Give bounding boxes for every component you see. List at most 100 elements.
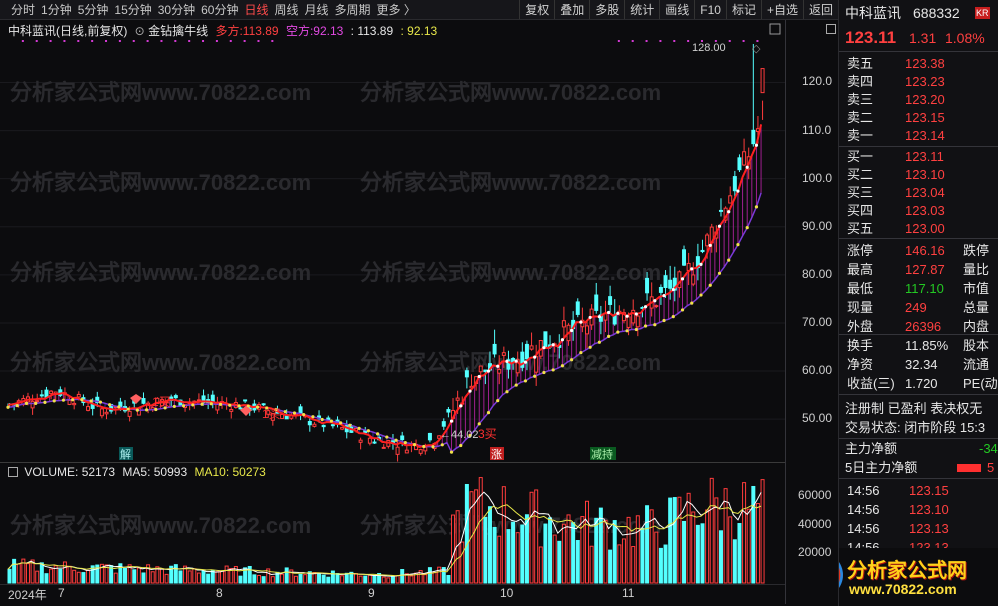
bid-row-value: 123.04 xyxy=(905,185,945,200)
bear-dot xyxy=(533,374,537,378)
volume-bar xyxy=(150,571,155,584)
period-tab-2[interactable]: 5分钟 xyxy=(75,0,112,19)
bear-dot xyxy=(98,400,102,404)
volume-bars[interactable]: 分析家公式网www.70822.com 分析家公式网www.70822.com xyxy=(0,463,785,584)
candle-body xyxy=(446,409,451,413)
indicator-name[interactable]: 金钻擒牛线 xyxy=(148,24,208,38)
volume-bar xyxy=(284,567,289,584)
stat-row-extra: 跌停 xyxy=(963,243,990,258)
volume-bar xyxy=(132,569,137,584)
main-flow-5d-value: 5 xyxy=(987,460,995,475)
bear-dot xyxy=(237,404,241,408)
period-tab-8[interactable]: 月线 xyxy=(302,0,332,19)
bear-dot xyxy=(191,403,195,407)
stat2-row-value: 11.85% xyxy=(905,338,949,353)
tick-time: 14:56 xyxy=(847,483,880,498)
bear-dot xyxy=(745,226,749,230)
price-tick: 120.0 xyxy=(802,74,833,89)
price-axis: 120.0 110.0 100.0 90.00 80.00 70.00 60.00 50.00… xyxy=(785,20,838,604)
volume-bar xyxy=(381,576,386,584)
volume-bar xyxy=(728,516,733,584)
volume-bar xyxy=(603,519,608,584)
period-tab-4[interactable]: 30分钟 xyxy=(155,0,198,19)
period-tab-6[interactable]: 日线 xyxy=(241,0,271,19)
candle-body xyxy=(381,446,386,449)
period-tab-10[interactable]: 更多 〉 xyxy=(374,0,419,19)
period-tab-5[interactable]: 60分钟 xyxy=(198,0,241,19)
candle-body xyxy=(330,424,335,427)
volume-bar xyxy=(25,563,30,584)
price-chart[interactable]: 分析家公式网www.70822.com 分析家公式网www.70822.com 分析… xyxy=(0,20,785,462)
period-tab-1[interactable]: 1分钟 xyxy=(38,0,75,19)
bear-dot xyxy=(108,403,112,407)
volume-chart[interactable]: 分析家公式网www.70822.com 分析家公式网www.70822.com V… xyxy=(0,462,785,584)
bear-dot xyxy=(440,443,444,447)
bull-dot xyxy=(597,315,601,319)
candle-body xyxy=(561,320,566,328)
price-tick: 110.0 xyxy=(802,122,832,137)
tool-button-3[interactable]: 统计 xyxy=(624,0,659,19)
volume-bar xyxy=(76,571,81,584)
signal-dot xyxy=(21,40,24,42)
signal-dot xyxy=(645,40,648,42)
volume-bar xyxy=(7,568,12,584)
volume-bar xyxy=(261,576,266,584)
period-tab-9[interactable]: 多周期 xyxy=(332,0,374,19)
candle-body xyxy=(340,426,345,430)
stat-row: 涨停 146.16 跌停 xyxy=(839,242,998,260)
axis-expand-icon[interactable] xyxy=(826,24,836,34)
bull-dot xyxy=(616,311,620,315)
candle-body xyxy=(478,365,483,373)
volume-bar xyxy=(654,531,659,584)
tool-button-5[interactable]: F10 xyxy=(694,0,726,19)
tool-button-0[interactable]: 复权 xyxy=(519,0,554,19)
tool-button-8[interactable]: 返回 xyxy=(802,0,838,19)
candle-body xyxy=(700,249,705,253)
bull-dot xyxy=(496,364,500,368)
stat-row: 现量 249 总量 xyxy=(839,299,998,317)
candle-body xyxy=(737,157,742,171)
candle-body xyxy=(524,343,529,360)
period-tab-3[interactable]: 15分钟 xyxy=(111,0,154,19)
volume-bar xyxy=(746,508,751,584)
volume-bar xyxy=(548,517,553,584)
bear-dot xyxy=(15,403,19,408)
volume-bar xyxy=(566,514,571,584)
volume-bar xyxy=(529,491,534,584)
tool-buttons: 复权 叠加 多股 统计 画线 F10 标记 +自选 返回 xyxy=(519,0,838,19)
tick-row: 14:56 123.13 xyxy=(839,520,998,538)
bid-row-value: 123.00 xyxy=(905,221,945,236)
volume-bar xyxy=(594,517,599,584)
volume-expand-icon[interactable] xyxy=(8,467,18,477)
bear-dot xyxy=(560,364,565,368)
tick-row: 14:56 123.10 xyxy=(839,501,998,519)
diamond-toggle-icon[interactable]: ◇ xyxy=(752,43,761,55)
date-axis: 2024年 7 8 9 10 11 xyxy=(0,584,785,606)
period-tab-7[interactable]: 周线 xyxy=(271,0,301,19)
tool-button-7[interactable]: +自选 xyxy=(760,0,803,19)
candle-body xyxy=(67,399,72,405)
period-tabs: 分时 1分钟 5分钟 15分钟 30分钟 60分钟 日线 周线 月线 多周期 更多 〉 xyxy=(8,0,419,19)
bear-dot xyxy=(653,323,657,327)
tool-button-4[interactable]: 画线 xyxy=(659,0,694,19)
volume-bar xyxy=(330,570,335,584)
stat2-row-extra: PE(动 xyxy=(963,376,998,391)
volume-bar xyxy=(755,503,760,584)
tool-button-2[interactable]: 多股 xyxy=(589,0,624,19)
tool-button-1[interactable]: 叠加 xyxy=(554,0,589,19)
period-tab-0[interactable]: 分时 xyxy=(8,0,38,19)
quote-panel: 中科蓝讯 688332 KR 123.11 1.31 1.08% 卖五 123.3… xyxy=(838,0,998,606)
candle-body xyxy=(418,449,423,454)
stat2-row-label: 换手 xyxy=(847,338,874,353)
settings-icon[interactable]: ⊙ xyxy=(135,24,145,38)
volume-bar xyxy=(49,568,54,584)
candlestick-chart[interactable]: 分析家公式网www.70822.com 分析家公式网www.70822.com 分析… xyxy=(0,20,785,462)
bear-dot xyxy=(80,398,84,402)
volume-bar xyxy=(571,522,576,584)
tool-button-6[interactable]: 标记 xyxy=(725,0,761,19)
date-label: 9 xyxy=(368,586,375,600)
panel-toggle-icon[interactable] xyxy=(769,23,781,35)
bear-dot xyxy=(339,421,343,425)
ask-row-label: 卖二 xyxy=(847,110,874,125)
volume-bar xyxy=(372,575,377,584)
